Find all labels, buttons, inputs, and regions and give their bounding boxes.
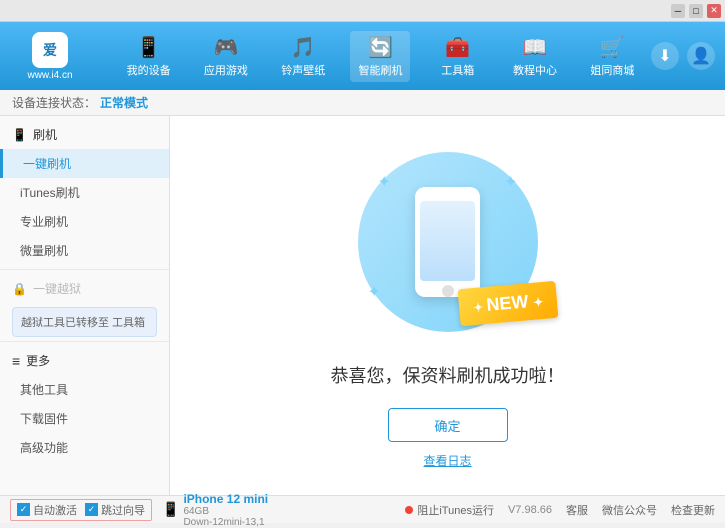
device-name: iPhone 12 mini: [183, 492, 268, 506]
more-section-title: 更多: [26, 352, 50, 369]
logo-icon: 爱: [32, 32, 68, 68]
title-bar: ─ □ ✕: [0, 0, 725, 22]
main-content: ✦ ✦ ✦ NEW 恭喜您，保资料刷机成功啦！ 确定 查看日志: [170, 116, 725, 495]
lock-icon: 🔒: [12, 282, 27, 296]
sidebar-divider-1: [0, 269, 169, 270]
sidebar-item-one-click[interactable]: 一键刷机: [0, 149, 169, 178]
device-details: iPhone 12 mini 64GB Down-12mini-13,1: [183, 492, 268, 528]
device-info: 📱 iPhone 12 mini 64GB Down-12mini-13,1: [162, 492, 268, 528]
sidebar-item-other-tools[interactable]: 其他工具: [0, 375, 169, 404]
status-bar: 设备连接状态： 正常模式: [0, 90, 725, 116]
tutorials-label: 教程中心: [513, 62, 557, 78]
sparkle-topright: ✦: [504, 172, 517, 192]
device-phone-icon: 📱: [162, 501, 179, 518]
wechat-link[interactable]: 微信公众号: [602, 502, 657, 518]
sidebar-item-preserve-flash[interactable]: 微量刷机: [0, 236, 169, 265]
nav-item-tutorials[interactable]: 📖 教程中心: [505, 31, 565, 82]
sidebar-section-flash: 📱 刷机: [0, 120, 169, 149]
tutorials-icon: 📖: [523, 35, 548, 60]
success-message: 恭喜您，保资料刷机成功啦！: [331, 362, 565, 388]
nav-item-app-games[interactable]: 🎮 应用游戏: [196, 31, 256, 82]
my-device-label: 我的设备: [127, 62, 171, 78]
sparkle-topleft: ✦: [378, 172, 391, 192]
confirm-button[interactable]: 确定: [388, 408, 508, 442]
nav-item-toolbox[interactable]: 🧰 工具箱: [428, 31, 488, 82]
sparkle-bottomleft: ✦: [368, 282, 381, 302]
sidebar-item-advanced[interactable]: 高级功能: [0, 433, 169, 462]
app-games-icon: 🎮: [213, 35, 238, 60]
store-label: 姐同商城: [590, 62, 634, 78]
toolbox-icon: 🧰: [445, 35, 470, 60]
my-device-icon: 📱: [136, 35, 161, 60]
logo[interactable]: 爱 www.i4.cn: [10, 32, 90, 81]
store-icon: 🛒: [600, 35, 625, 60]
smart-flash-label: 智能刷机: [358, 62, 402, 78]
nav-item-smart-flash[interactable]: 🔄 智能刷机: [350, 31, 410, 82]
sidebar-section-more: ≡ 更多: [0, 346, 169, 375]
profile-button[interactable]: 👤: [687, 42, 715, 70]
sidebar-item-itunes-flash[interactable]: iTunes刷机: [0, 178, 169, 207]
nav-item-my-device[interactable]: 📱 我的设备: [119, 31, 179, 82]
sidebar: 📱 刷机 一键刷机 iTunes刷机 专业刷机 微量刷机 🔒 一键越狱 越狱工具…: [0, 116, 170, 495]
phone-illustration: ✦ ✦ ✦ NEW: [348, 142, 548, 342]
download-button[interactable]: ⬇: [651, 42, 679, 70]
itunes-status-dot: [405, 506, 413, 514]
sidebar-divider-2: [0, 341, 169, 342]
logo-text: www.i4.cn: [27, 70, 72, 81]
close-button[interactable]: ✕: [707, 4, 721, 18]
top-nav: 爱 www.i4.cn 📱 我的设备 🎮 应用游戏 🎵 铃声壁纸 🔄 智能刷机 …: [0, 22, 725, 90]
maximize-button[interactable]: □: [689, 4, 703, 18]
ringtones-icon: 🎵: [291, 35, 316, 60]
more-icon: ≡: [12, 353, 20, 369]
nav-item-store[interactable]: 🛒 姐同商城: [582, 31, 642, 82]
phone-screen: [420, 201, 475, 281]
bottom-left: 自动激活 跳过向导 📱 iPhone 12 mini 64GB Down-12m…: [10, 492, 405, 528]
bottom-right: 阻止iTunes运行 V7.98.66 客服 微信公众号 检查更新: [405, 502, 715, 518]
auto-connect-checkbox[interactable]: 自动激活: [17, 502, 77, 518]
skip-wizard-checkbox-box[interactable]: [85, 503, 98, 516]
phone-body: [415, 187, 480, 297]
nav-item-ringtones[interactable]: 🎵 铃声壁纸: [273, 31, 333, 82]
toolbox-label: 工具箱: [441, 62, 474, 78]
app-games-label: 应用游戏: [204, 62, 248, 78]
minimize-button[interactable]: ─: [671, 4, 685, 18]
itunes-status[interactable]: 阻止iTunes运行: [405, 502, 494, 518]
jailbreak-note: 越狱工具已转移至 工具箱: [12, 307, 157, 337]
device-storage: 64GB: [183, 506, 268, 517]
check-update-link[interactable]: 检查更新: [671, 502, 715, 518]
main-layout: 📱 刷机 一键刷机 iTunes刷机 专业刷机 微量刷机 🔒 一键越狱 越狱工具…: [0, 116, 725, 495]
status-value: 正常模式: [100, 94, 148, 111]
skip-wizard-checkbox[interactable]: 跳过向导: [85, 502, 145, 518]
nav-right: ⬇ 👤: [651, 42, 715, 70]
checkboxes-group: 自动激活 跳过向导: [10, 499, 152, 521]
device-os: Down-12mini-13,1: [183, 517, 268, 528]
phone-home-button: [442, 285, 454, 297]
support-link[interactable]: 客服: [566, 502, 588, 518]
new-badge: NEW: [458, 281, 559, 326]
sidebar-section-jailbreak: 🔒 一键越狱: [0, 274, 169, 303]
version-label: V7.98.66: [508, 504, 552, 516]
nav-items: 📱 我的设备 🎮 应用游戏 🎵 铃声壁纸 🔄 智能刷机 🧰 工具箱 📖 教程中心…: [110, 31, 651, 82]
sidebar-item-download-firmware[interactable]: 下载固件: [0, 404, 169, 433]
bottom-bar: 自动激活 跳过向导 📱 iPhone 12 mini 64GB Down-12m…: [0, 495, 725, 523]
sidebar-item-pro-flash[interactable]: 专业刷机: [0, 207, 169, 236]
jailbreak-section-title: 一键越狱: [33, 280, 81, 297]
ringtones-label: 铃声壁纸: [281, 62, 325, 78]
flash-section-icon: 📱: [12, 128, 27, 142]
phone-circle-bg: ✦ ✦ ✦ NEW: [358, 152, 538, 332]
view-log-link[interactable]: 查看日志: [423, 452, 471, 469]
status-label: 设备连接状态：: [12, 94, 96, 111]
auto-connect-checkbox-box[interactable]: [17, 503, 30, 516]
smart-flash-icon: 🔄: [368, 35, 393, 60]
flash-section-title: 刷机: [33, 126, 57, 143]
